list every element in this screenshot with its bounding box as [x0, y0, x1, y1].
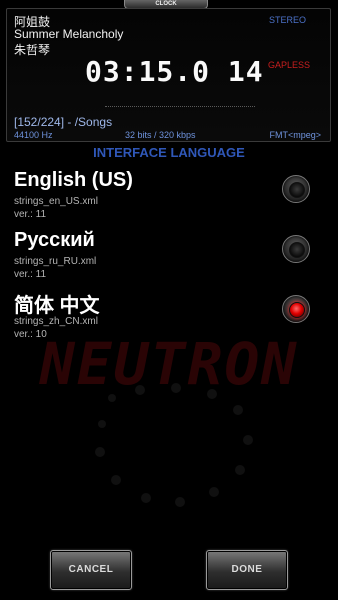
language-file: strings_zh_CN.xml: [14, 316, 98, 327]
language-version: ver.: 11: [14, 209, 47, 220]
background-dots: [95, 383, 253, 507]
radio-button-selected[interactable]: [282, 295, 310, 323]
bitrate-info: 32 bits / 320 kbps: [125, 130, 196, 140]
seek-line: [105, 106, 255, 107]
playback-time: 03:15.0 14: [85, 55, 264, 88]
language-option-ru-ru[interactable]: Русский strings_ru_RU.xml ver.: 11: [0, 229, 338, 289]
album-text: 朱哲琴: [14, 43, 51, 57]
language-name: English (US): [14, 169, 133, 191]
now-playing-display: 阿姐鼓 Summer Melancholy 朱哲琴 STEREO 03:15.0…: [6, 8, 331, 142]
language-name: 简体 中文: [14, 295, 100, 317]
cancel-button[interactable]: CANCEL: [50, 550, 132, 590]
gapless-indicator: GAPLESS: [267, 60, 310, 70]
done-button[interactable]: DONE: [206, 550, 288, 590]
dialog-title: INTERFACE LANGUAGE: [93, 145, 245, 160]
language-option-zh-cn[interactable]: 简体 中文 strings_zh_CN.xml ver.: 10: [0, 289, 338, 349]
sample-rate: 44100 Hz: [14, 130, 53, 140]
language-version: ver.: 10: [14, 329, 47, 340]
language-file: strings_ru_RU.xml: [14, 256, 97, 267]
format-info: FMT<mpeg>: [269, 130, 321, 140]
stereo-indicator: STEREO: [268, 15, 306, 25]
language-option-en-us[interactable]: English (US) strings_en_US.xml ver.: 11: [0, 169, 338, 229]
language-name: Русский: [14, 229, 95, 251]
playlist-info: [152/224] - /Songs: [14, 115, 113, 129]
radio-button[interactable]: [282, 175, 310, 203]
language-version: ver.: 11: [14, 269, 47, 280]
language-file: strings_en_US.xml: [14, 196, 98, 207]
track-title: Summer Melancholy: [14, 27, 124, 41]
radio-button[interactable]: [282, 235, 310, 263]
